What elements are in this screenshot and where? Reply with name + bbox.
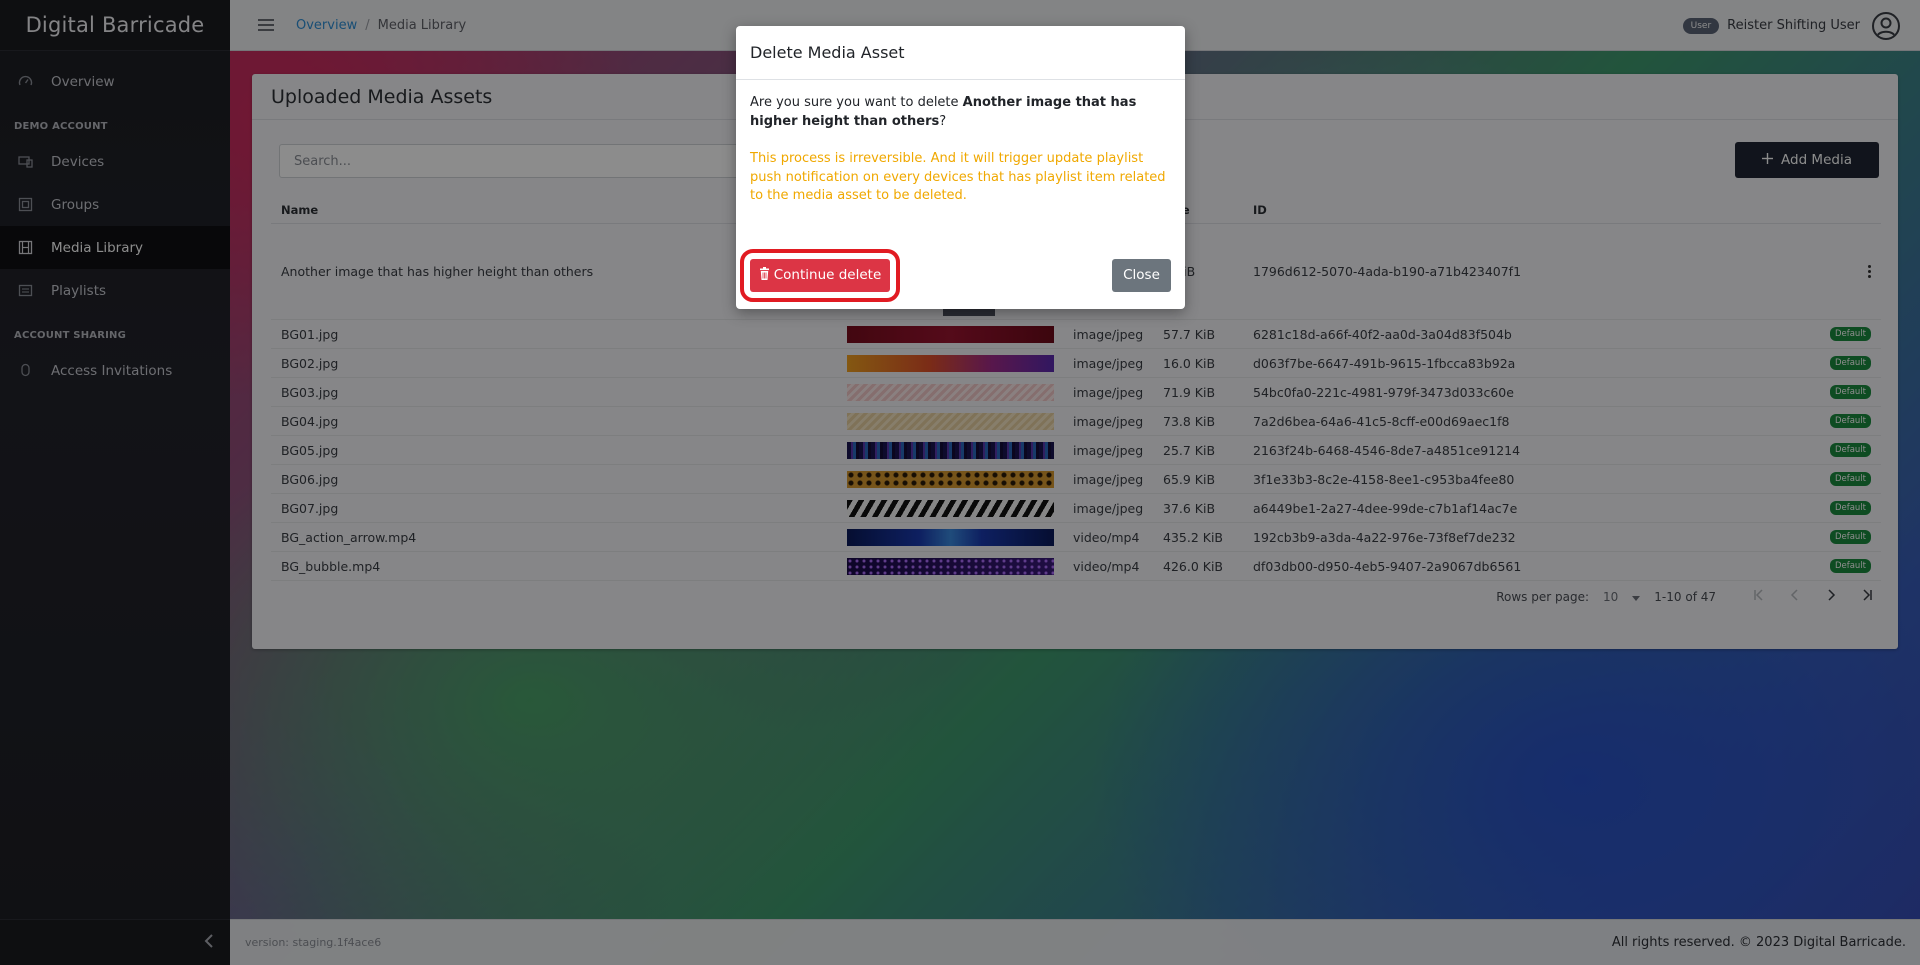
tooltip-remnant [943,309,995,316]
delete-media-dialog: Delete Media Asset Are you sure you want… [736,26,1185,309]
trash-icon [759,266,770,284]
dialog-warning: This process is irreversible. And it wil… [750,151,1166,203]
continue-delete-label: Continue delete [773,267,882,283]
dialog-footer: Continue delete Close [736,241,1185,309]
dialog-question: Are you sure you want to delete Another … [750,95,1137,129]
continue-delete-button[interactable]: Continue delete [740,248,900,302]
close-button[interactable]: Close [1112,258,1171,292]
dialog-body: Are you sure you want to delete Another … [736,80,1185,206]
dialog-title: Delete Media Asset [736,26,1185,80]
